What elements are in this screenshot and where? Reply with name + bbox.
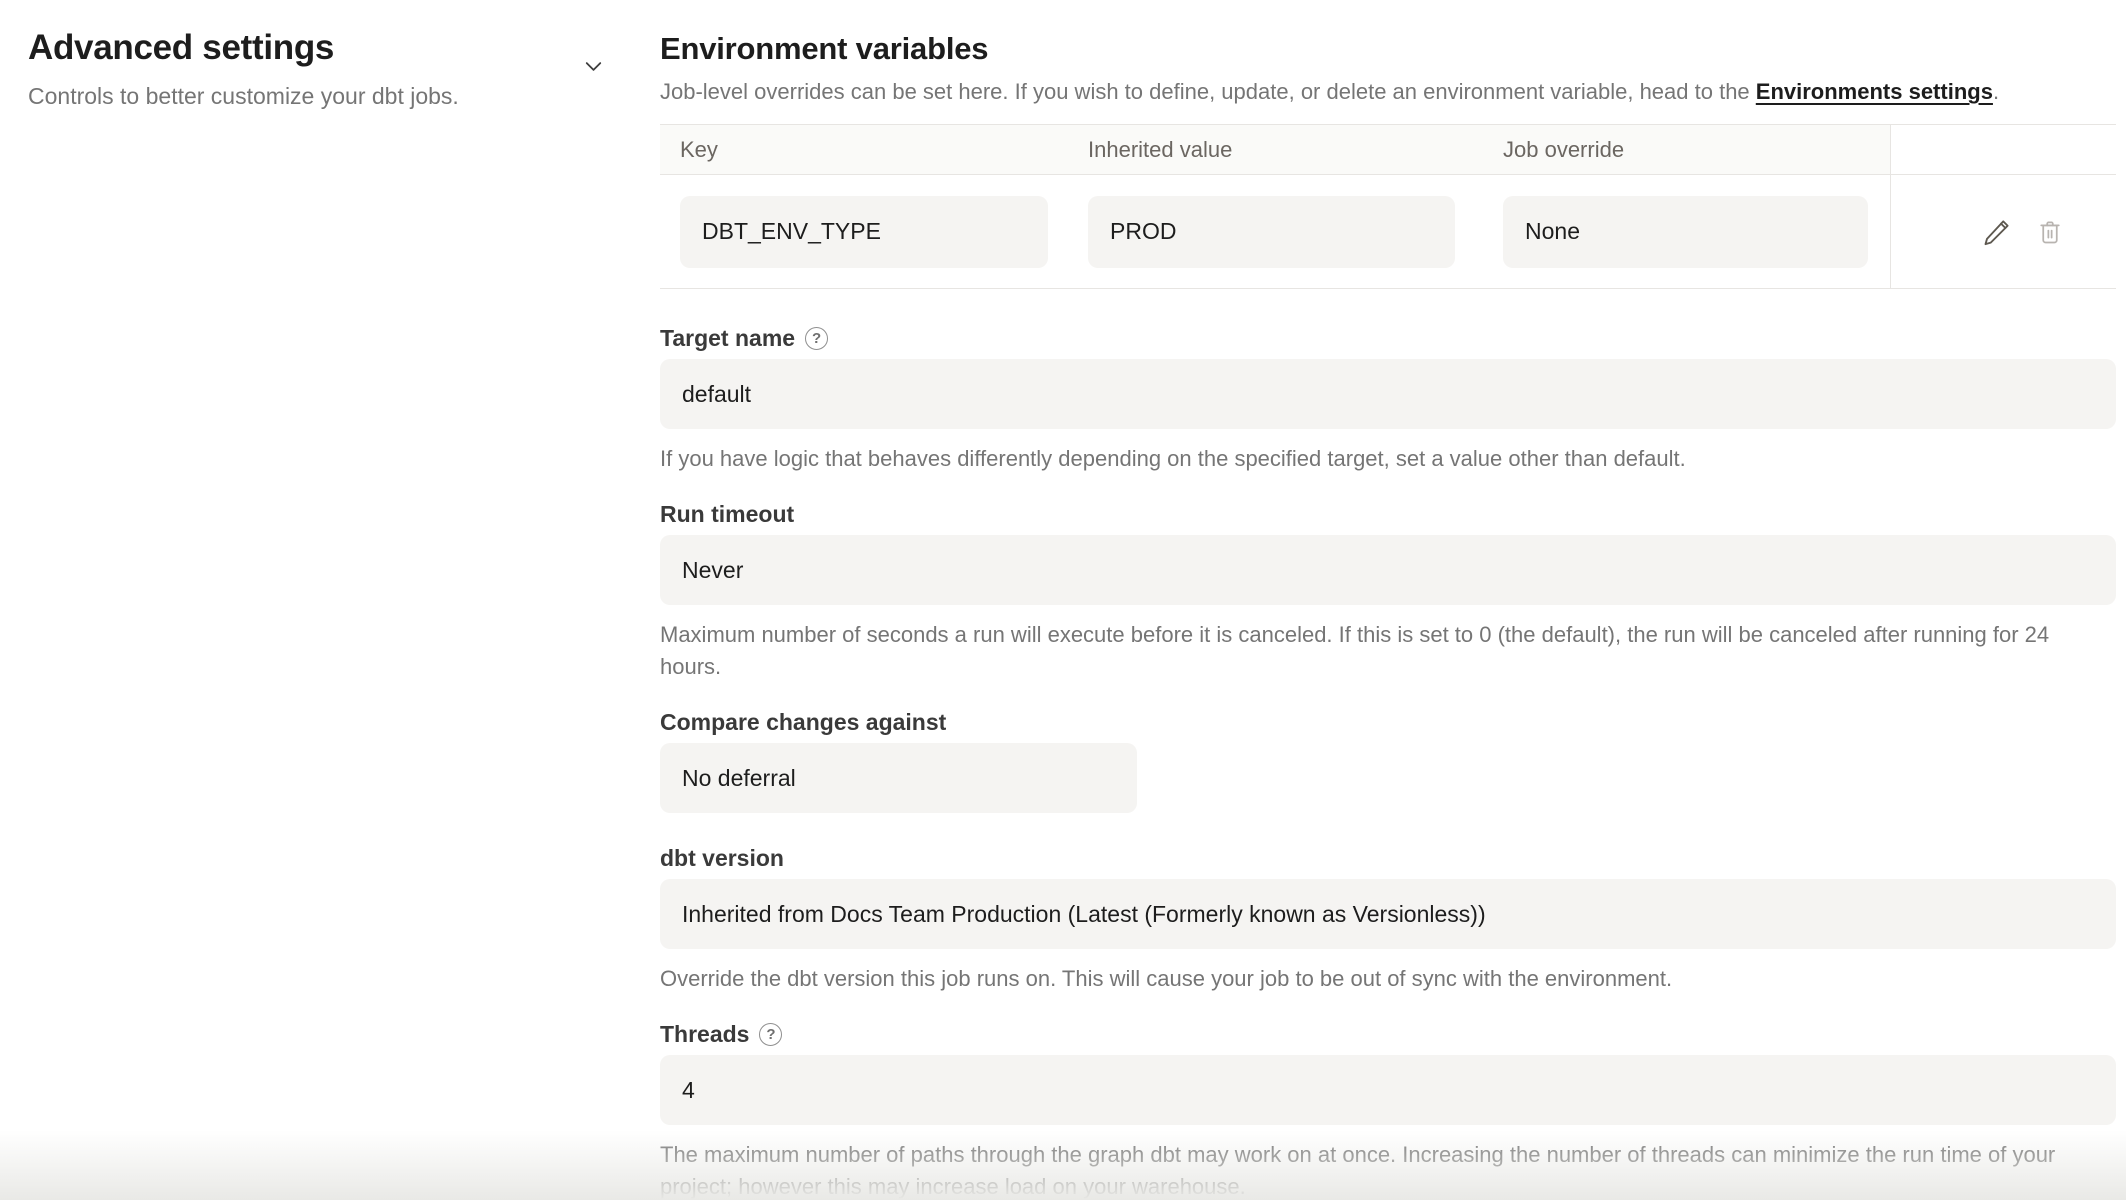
env-vars-table-header: Key Inherited value Job override: [660, 125, 2116, 175]
field-threads: Threads ? 4 The maximum number of paths …: [660, 1019, 2116, 1203]
dbt-version-select[interactable]: Inherited from Docs Team Production (Lat…: [660, 879, 2116, 949]
target-name-helper-text: If you have logic that behaves different…: [660, 443, 2116, 475]
page-subtitle: Controls to better customize your dbt jo…: [28, 80, 660, 112]
chevron-down-icon: [580, 53, 607, 80]
env-var-key-cell: DBT_ENV_TYPE: [660, 196, 1088, 268]
column-header-actions: [1890, 125, 2116, 175]
column-header-key: Key: [660, 125, 1088, 175]
edit-env-var-button[interactable]: [1982, 217, 2012, 247]
field-compare-changes-against: Compare changes against No deferral: [660, 707, 2116, 813]
env-var-actions-cell: [1890, 175, 2116, 288]
column-header-inherited-value: Inherited value: [1088, 125, 1503, 175]
field-target-name: Target name ? default If you have logic …: [660, 323, 2116, 475]
threads-helper-text: The maximum number of paths through the …: [660, 1139, 2116, 1203]
env-var-inherited-cell: PROD: [1088, 196, 1503, 268]
environment-variables-heading: Environment variables: [660, 28, 2116, 70]
run-timeout-input[interactable]: Never: [660, 535, 2116, 605]
run-timeout-label: Run timeout: [660, 499, 794, 529]
threads-label: Threads: [660, 1019, 749, 1049]
target-name-label: Target name: [660, 323, 795, 353]
dbt-version-label: dbt version: [660, 843, 784, 873]
field-run-timeout: Run timeout Never Maximum number of seco…: [660, 499, 2116, 683]
field-dbt-version: dbt version Inherited from Docs Team Pro…: [660, 843, 2116, 995]
env-vars-table: Key Inherited value Job override DBT_ENV…: [660, 124, 2116, 289]
environments-settings-link[interactable]: Environments settings: [1756, 79, 1993, 104]
help-icon[interactable]: ?: [805, 327, 828, 350]
environment-variables-description: Job-level overrides can be set here. If …: [660, 76, 2116, 108]
dbt-version-helper-text: Override the dbt version this job runs o…: [660, 963, 2116, 995]
env-var-override-cell: None: [1503, 196, 1890, 268]
section-header-panel: Advanced settings Controls to better cus…: [0, 0, 660, 1203]
collapse-section-button[interactable]: [579, 52, 607, 80]
compare-changes-select[interactable]: No deferral: [660, 743, 1137, 813]
advanced-settings-content: Environment variables Job-level override…: [660, 0, 2126, 1203]
threads-input[interactable]: 4: [660, 1055, 2116, 1125]
env-var-inherited-value-input: PROD: [1088, 196, 1455, 268]
env-var-job-override-input[interactable]: None: [1503, 196, 1868, 268]
env-var-table-row: DBT_ENV_TYPE PROD None: [660, 175, 2116, 288]
advanced-settings-page: Advanced settings Controls to better cus…: [0, 0, 2126, 1203]
compare-changes-label: Compare changes against: [660, 707, 946, 737]
column-header-job-override: Job override: [1503, 125, 1890, 175]
trash-icon: [2036, 218, 2064, 246]
help-icon[interactable]: ?: [759, 1023, 782, 1046]
description-text: Job-level overrides can be set here. If …: [660, 79, 1756, 104]
description-period: .: [1993, 79, 1999, 104]
delete-env-var-button[interactable]: [2036, 218, 2064, 246]
run-timeout-helper-text: Maximum number of seconds a run will exe…: [660, 619, 2116, 683]
pencil-icon: [1982, 217, 2012, 247]
page-title: Advanced settings: [28, 26, 660, 70]
target-name-input[interactable]: default: [660, 359, 2116, 429]
env-var-key-input: DBT_ENV_TYPE: [680, 196, 1048, 268]
